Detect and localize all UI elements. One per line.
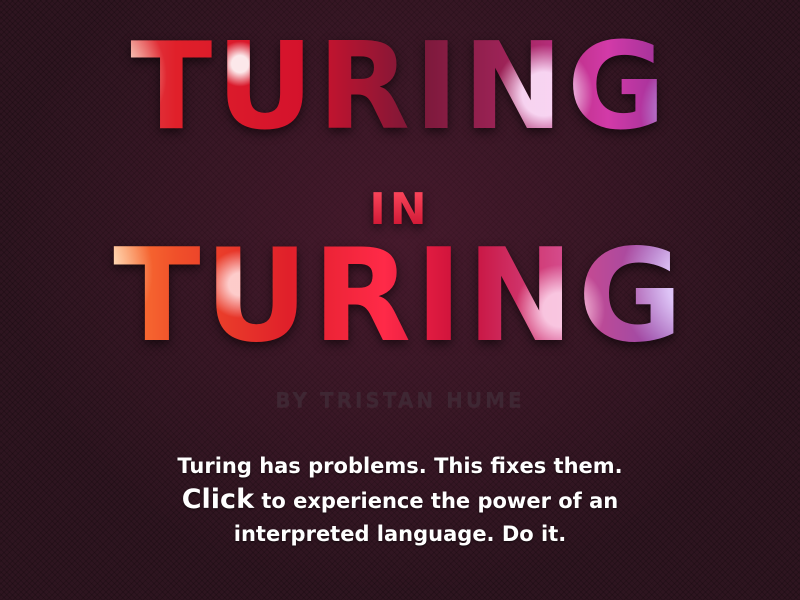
author-byline: BY TRISTAN HUME (275, 388, 525, 412)
game-canvas[interactable]: TURING IN TURING BY TRISTAN HUME Turing … (0, 0, 800, 600)
message-line-2-rest: to experience the power of an (254, 489, 619, 513)
message-line-1: Turing has problems. This fixes them. (177, 454, 623, 478)
message-line-3: interpreted language. Do it. (233, 522, 567, 546)
title-turing-bottom: TURING (0, 233, 800, 361)
instructions-text: Turing has problems. This fixes them. Cl… (0, 450, 800, 551)
message-line-2: Click to experience the power of an (0, 483, 800, 518)
click-prompt[interactable]: Click (182, 484, 254, 515)
title-turing-top: TURING (0, 28, 800, 148)
